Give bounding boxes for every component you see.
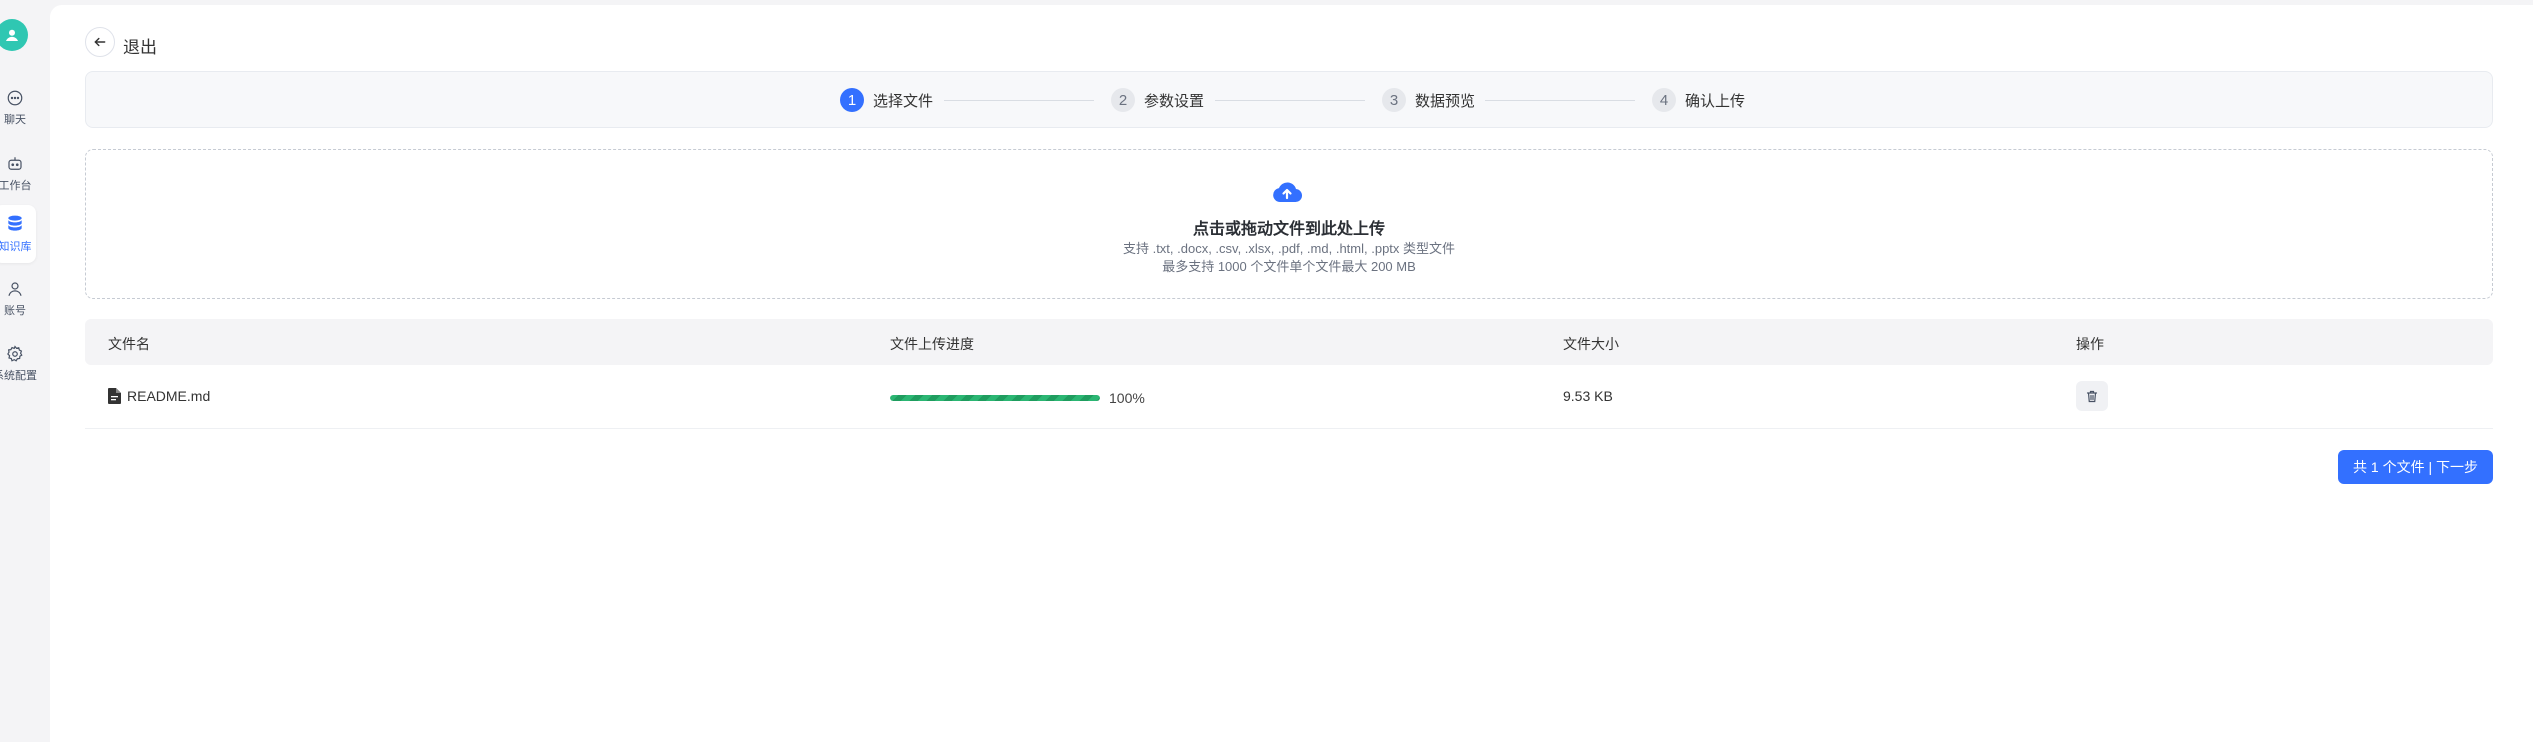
step-label: 确认上传 [1685, 92, 1746, 110]
table-row: README.md 100% 9.53 KB [85, 365, 2493, 429]
upload-progress: 100% [890, 390, 1145, 406]
user-avatar[interactable] [0, 19, 28, 51]
database-icon [8, 215, 22, 231]
user-icon [8, 282, 22, 296]
progress-track [890, 395, 1100, 401]
sidebar-item-chat[interactable]: 聊天 [0, 79, 36, 137]
trash-icon [2086, 390, 2098, 402]
step-label: 参数设置 [1144, 92, 1205, 110]
upload-dropzone[interactable]: 点击或拖动文件到此处上传 支持 .txt, .docx, .csv, .xlsx… [85, 149, 2493, 299]
file-icon [108, 388, 121, 404]
step-parameter-settings: 2 参数设置 [1111, 88, 1204, 112]
delete-file-button[interactable] [2076, 381, 2108, 411]
column-header-actions: 操作 [2076, 336, 2104, 352]
upload-title: 点击或拖动文件到此处上传 [1192, 221, 1385, 238]
sidebar-item-system-config[interactable]: 系统配置 [0, 335, 37, 393]
sidebar-item-knowledge[interactable]: 知识库 [0, 205, 36, 263]
step-label: 数据预览 [1415, 92, 1476, 110]
progress-fill [890, 395, 1100, 401]
column-header-progress: 文件上传进度 [890, 336, 974, 352]
step-data-preview: 3 数据预览 [1382, 88, 1475, 112]
file-size: 9.53 KB [1563, 388, 1613, 404]
step-select-file: 1 选择文件 [840, 88, 933, 112]
sidebar-item-label: 账号 [4, 305, 26, 317]
sidebar-item-label: 工作台 [0, 180, 32, 192]
arrow-left-icon [94, 37, 106, 47]
file-name-cell: README.md [108, 388, 210, 404]
step-confirm-upload: 4 确认上传 [1652, 88, 1745, 112]
cloud-upload-icon [1273, 182, 1302, 203]
column-header-size: 文件大小 [1563, 336, 1619, 352]
file-name: README.md [127, 388, 211, 404]
step-label: 选择文件 [873, 92, 934, 110]
sidebar-item-account[interactable]: 账号 [0, 270, 36, 328]
back-button[interactable] [85, 27, 115, 57]
next-step-button[interactable]: 共 1 个文件 | 下一步 [2338, 450, 2493, 484]
chat-icon [7, 90, 23, 106]
step-number: 1 [840, 88, 864, 112]
gear-icon [7, 345, 23, 362]
robot-icon [8, 157, 22, 170]
step-connector [1215, 100, 1365, 101]
sidebar: 聊天 工作台 知识库 账号 系统配置 [0, 0, 50, 742]
step-number: 3 [1382, 88, 1406, 112]
step-connector [944, 100, 1094, 101]
sidebar-item-label: 系统配置 [0, 370, 37, 382]
avatar-icon [6, 29, 18, 41]
main-panel: 退出 1 选择文件 2 参数设置 3 数据预览 4 确认上传 点击或拖动文件到此… [50, 5, 2533, 742]
table-header: 文件名 文件上传进度 文件大小 操作 [85, 319, 2493, 365]
sidebar-item-label: 知识库 [0, 241, 32, 253]
steps-bar: 1 选择文件 2 参数设置 3 数据预览 4 确认上传 [85, 71, 2493, 128]
progress-text: 100% [1109, 390, 1145, 406]
step-number: 4 [1652, 88, 1676, 112]
exit-label[interactable]: 退出 [123, 33, 157, 58]
column-header-name: 文件名 [108, 336, 150, 352]
sidebar-item-workbench[interactable]: 工作台 [0, 145, 36, 203]
upload-limits: 最多支持 1000 个文件单个文件最大 200 MB [1162, 259, 1416, 274]
step-connector [1485, 100, 1635, 101]
sidebar-item-label: 聊天 [4, 114, 26, 126]
step-number: 2 [1111, 88, 1135, 112]
upload-supported-types: 支持 .txt, .docx, .csv, .xlsx, .pdf, .md, … [1122, 241, 1456, 256]
file-table: 文件名 文件上传进度 文件大小 操作 README.md 100% 9.53 K… [85, 319, 2493, 429]
